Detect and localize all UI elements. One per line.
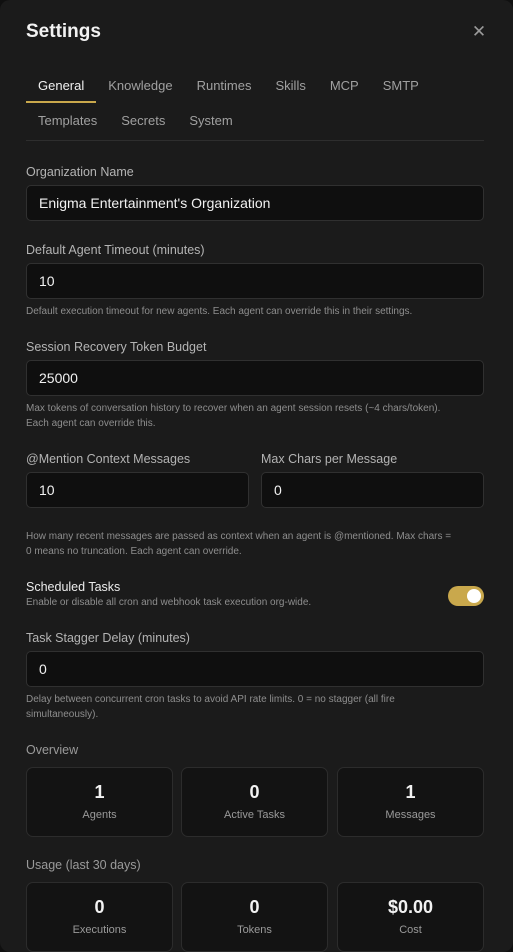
agent-timeout-label: Default Agent Timeout (minutes): [26, 243, 205, 257]
toggle-knob: [467, 589, 481, 603]
tab-general[interactable]: General: [26, 70, 97, 103]
mention-help-2: 0 means no truncation. Each agent can ov…: [26, 546, 242, 557]
tab-skills[interactable]: Skills: [264, 70, 318, 102]
tab-smtp[interactable]: SMTP: [371, 70, 431, 102]
tab-row-1: General Knowledge Runtimes Skills MCP SM…: [26, 70, 484, 104]
stat-card-executions: 0 Executions: [26, 882, 173, 952]
scheduled-tasks-label: Scheduled Tasks: [26, 580, 121, 594]
mention-help-1: How many recent messages are passed as c…: [26, 531, 452, 542]
tab-knowledge[interactable]: Knowledge: [96, 70, 184, 102]
tab-runtimes[interactable]: Runtimes: [185, 70, 264, 102]
stat-card-cost: $0.00 Cost: [337, 882, 484, 952]
overview-title: Overview: [26, 743, 79, 757]
stat-value: 0: [94, 897, 105, 917]
stat-caption: Agents: [82, 809, 117, 821]
stat-value: 0: [249, 782, 260, 802]
stat-caption: Tokens: [237, 924, 272, 936]
mention-context-label: @Mention Context Messages: [26, 452, 191, 466]
scheduled-tasks-toggle[interactable]: [448, 586, 484, 606]
agent-timeout-input[interactable]: 10: [26, 263, 484, 299]
max-chars-label: Max Chars per Message: [261, 452, 398, 466]
agent-timeout-help: Default execution timeout for new agents…: [26, 306, 413, 317]
token-budget-help-1: Max tokens of conversation history to re…: [26, 403, 441, 414]
close-icon[interactable]: ✕: [471, 23, 487, 40]
stat-value: 1: [94, 782, 105, 802]
stagger-delay-help-1: Delay between concurrent cron tasks to a…: [26, 694, 395, 705]
tab-templates[interactable]: Templates: [26, 104, 109, 136]
max-chars-input[interactable]: 0: [261, 472, 484, 508]
stagger-delay-help-2: simultaneously).: [26, 709, 99, 720]
stat-caption: Cost: [399, 924, 422, 936]
dialog-title: Settings: [26, 21, 101, 42]
tab-row-2: Templates Secrets System: [26, 104, 484, 141]
stat-value: 1: [405, 782, 416, 802]
stat-caption: Executions: [72, 924, 127, 936]
stat-value: $0.00: [387, 897, 434, 917]
tab-system[interactable]: System: [177, 104, 244, 136]
settings-tabs: General Knowledge Runtimes Skills MCP SM…: [26, 70, 484, 141]
stat-caption: Messages: [385, 809, 436, 821]
stat-card-agents: 1 Agents: [26, 767, 173, 837]
stat-caption: Active Tasks: [224, 809, 285, 821]
org-name-label: Organization Name: [26, 165, 134, 179]
org-name-input[interactable]: Enigma Entertainment's Organization: [26, 185, 484, 221]
token-budget-input[interactable]: 25000: [26, 360, 484, 396]
stat-value: 0: [249, 897, 260, 917]
mention-context-input[interactable]: 10: [26, 472, 249, 508]
settings-dialog: Settings ✕ General Knowledge Runtimes Sk…: [0, 0, 513, 952]
stat-card-active-tasks: 0 Active Tasks: [181, 767, 328, 837]
token-budget-label: Session Recovery Token Budget: [26, 340, 207, 354]
tab-mcp[interactable]: MCP: [318, 70, 371, 102]
stagger-delay-input[interactable]: 0: [26, 651, 484, 687]
stat-card-tokens: 0 Tokens: [181, 882, 328, 952]
scheduled-tasks-help: Enable or disable all cron and webhook t…: [26, 597, 312, 608]
stagger-delay-label: Task Stagger Delay (minutes): [26, 631, 190, 645]
token-budget-help-2: Each agent can override this.: [26, 418, 156, 429]
usage-title: Usage (last 30 days): [26, 858, 141, 872]
dialog-header: Settings ✕: [26, 20, 487, 46]
tab-secrets[interactable]: Secrets: [109, 104, 177, 136]
stat-card-messages: 1 Messages: [337, 767, 484, 837]
